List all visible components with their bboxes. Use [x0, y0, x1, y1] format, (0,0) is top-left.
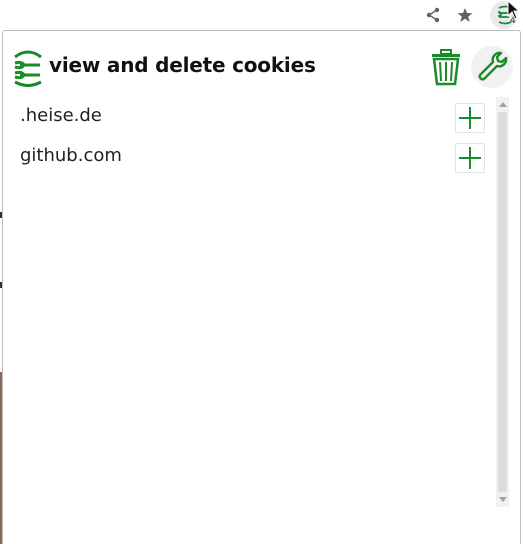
browser-toolbar: 4 [0, 0, 523, 30]
cookie-logo-icon [12, 49, 44, 87]
browser-window: 4 view and delete cookies .heise.de gith… [0, 0, 523, 544]
star-icon[interactable] [453, 3, 477, 27]
expand-domain-button[interactable] [455, 103, 485, 133]
scroll-up-arrow-icon[interactable] [499, 102, 507, 107]
delete-all-button[interactable] [426, 47, 466, 87]
mouse-cursor-icon [507, 0, 521, 24]
scrollbar-thumb[interactable] [498, 112, 507, 492]
trash-icon [432, 49, 460, 86]
list-scrollbar[interactable] [496, 97, 509, 507]
extension-popup: view and delete cookies .heise.de github… [2, 30, 521, 544]
cookie-domain-list: .heise.de github.com [3, 97, 493, 177]
domain-label: github.com [20, 145, 122, 166]
settings-button[interactable] [471, 46, 513, 88]
list-item: .heise.de [3, 97, 493, 137]
scroll-down-arrow-icon[interactable] [499, 497, 507, 502]
popup-title: view and delete cookies [49, 53, 316, 77]
domain-label: .heise.de [20, 105, 102, 126]
plus-icon [459, 107, 481, 129]
plus-icon [459, 147, 481, 169]
share-icon[interactable] [421, 3, 445, 27]
list-item: github.com [3, 137, 493, 177]
expand-domain-button[interactable] [455, 143, 485, 173]
wrench-icon [478, 51, 508, 81]
